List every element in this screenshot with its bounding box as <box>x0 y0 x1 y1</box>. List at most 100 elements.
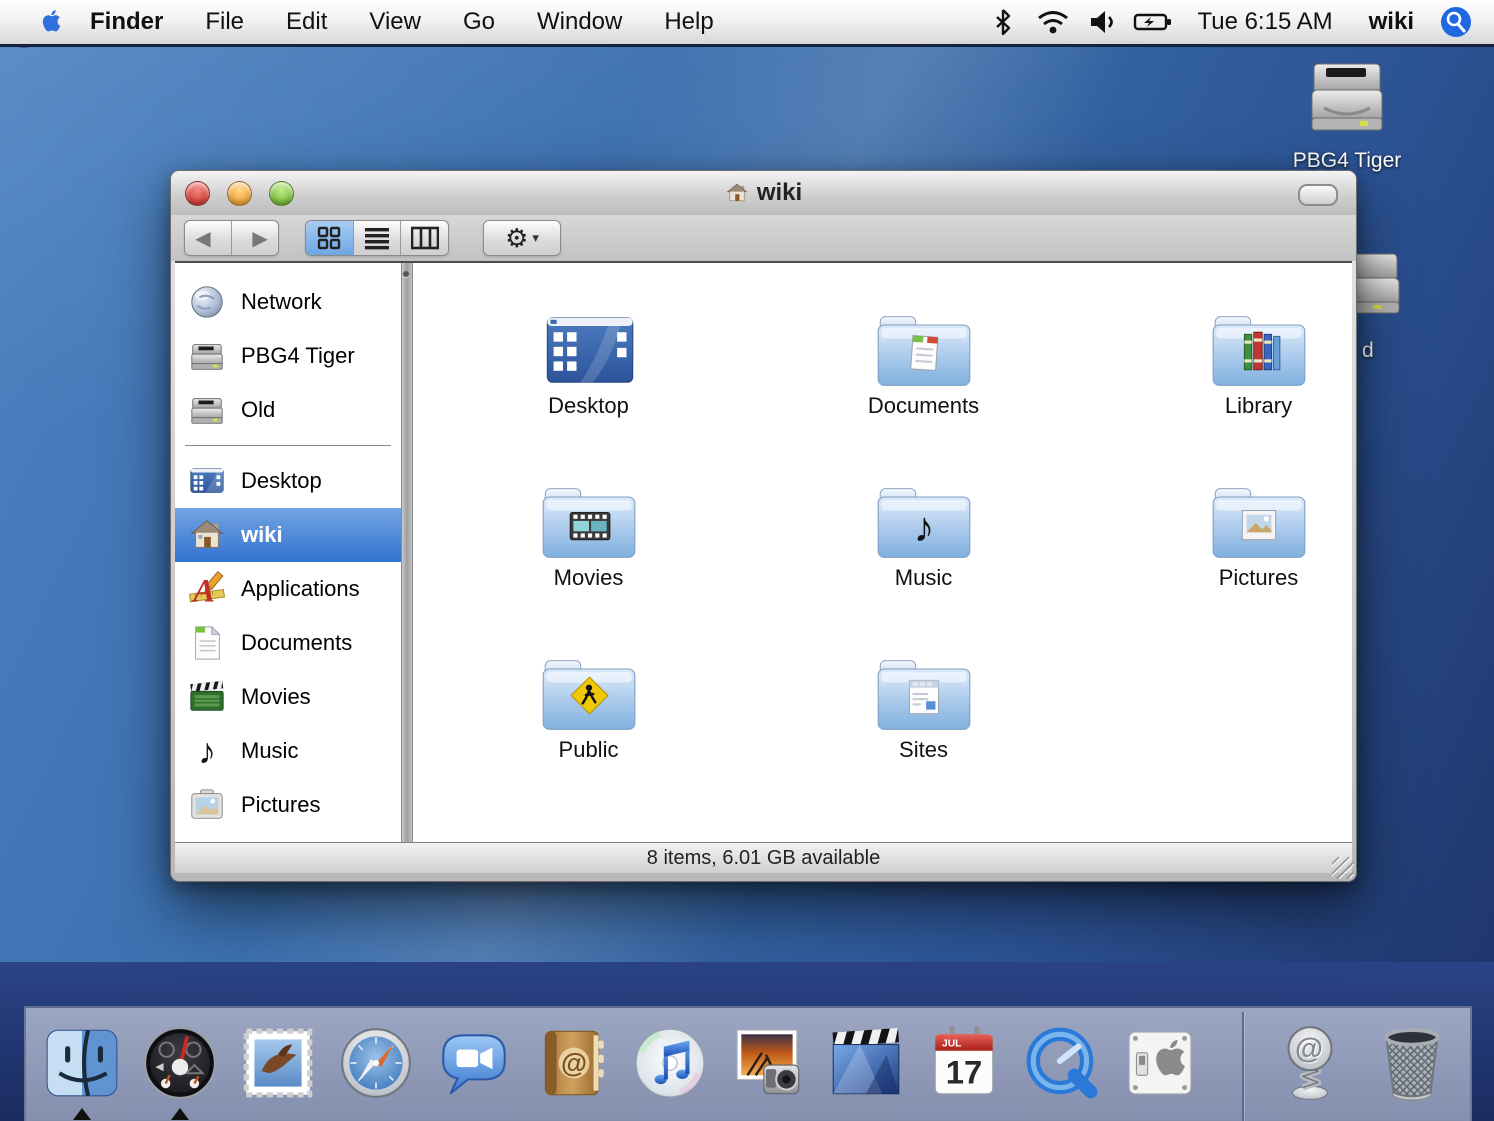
folder-item-music[interactable]: ♪ Music <box>824 455 1024 591</box>
dashboard-icon <box>144 1027 216 1099</box>
dock-right-section: @ @ <box>1269 1022 1453 1104</box>
window-title-text: wiki <box>756 179 803 206</box>
fast-user-switch-menu[interactable]: wiki <box>1357 8 1426 36</box>
sidebar-item-label: Old <box>241 397 276 422</box>
safari-icon <box>341 1028 411 1098</box>
folder-public-icon <box>489 627 689 735</box>
music-side-icon: ♪ <box>187 731 227 771</box>
menu-item-help[interactable]: Help <box>643 8 734 35</box>
sidebar-separator <box>185 445 391 446</box>
folder-item-movies[interactable]: Movies <box>489 455 689 591</box>
column-view-button[interactable] <box>400 221 448 255</box>
dock-apps: @ JUL 17 <box>41 1022 1201 1120</box>
sidebar-item-wiki[interactable]: wiki <box>175 508 401 562</box>
folder-item-label: Public <box>558 737 619 762</box>
harddisk-icon <box>187 390 227 430</box>
folder-item-pictures[interactable]: Pictures <box>1159 455 1353 591</box>
sidebar-item-music[interactable]: ♪ Music <box>175 724 401 778</box>
dock-icon-quicktime[interactable] <box>1021 1022 1103 1104</box>
folder-grid: Desktop Documents Library Movies ♪ Music … <box>413 263 1352 842</box>
ical-icon: JUL 17 <box>934 1026 994 1095</box>
window-content: Network PBG4 Tiger Old Desktop wiki A Applicat… <box>175 261 1352 843</box>
apple-menu[interactable] <box>30 7 74 37</box>
menu-item-go[interactable]: Go <box>442 8 516 35</box>
sidebar-divider[interactable] <box>401 263 413 842</box>
iphoto-icon <box>736 1029 800 1095</box>
sidebar-item-network[interactable]: Network <box>175 275 401 329</box>
folder-item-desktop[interactable]: Desktop <box>489 283 689 419</box>
action-menu-button[interactable]: ⚙ ▾ <box>483 220 561 256</box>
menu-item-file[interactable]: File <box>184 8 265 35</box>
dock-icon-ichat[interactable] <box>433 1022 515 1104</box>
menu-item-window[interactable]: Window <box>516 8 643 35</box>
dock-icon-finder[interactable] <box>41 1022 123 1120</box>
menu-item-view[interactable]: View <box>348 8 442 35</box>
icon-view-button[interactable] <box>306 221 353 255</box>
dock-icon-imovie[interactable] <box>825 1022 907 1104</box>
harddisk-icon <box>1311 63 1383 131</box>
sidebar-item-applications[interactable]: A Applications <box>175 562 401 616</box>
menu-clock[interactable]: Tue 6:15 AM <box>1183 8 1346 36</box>
folder-item-library[interactable]: Library <box>1159 283 1353 419</box>
sidebar-item-label: Movies <box>241 684 311 709</box>
sidebar-item-label: Documents <box>241 630 353 655</box>
forward-button[interactable]: ▶ <box>252 226 267 251</box>
status-bar: 8 items, 6.01 GB available <box>175 843 1352 873</box>
sidebar-item-old[interactable]: Old <box>175 383 401 437</box>
battery-icon[interactable] <box>1133 7 1173 37</box>
sidebar-item-pbg4-tiger[interactable]: PBG4 Tiger <box>175 329 401 383</box>
dock-icon-trash[interactable] <box>1371 1022 1453 1104</box>
desktop-volume-pbg4-tiger[interactable]: PBG4 Tiger <box>1282 58 1412 173</box>
document-icon <box>187 623 227 663</box>
folder-item-label: Documents <box>867 393 980 418</box>
back-forward-buttons[interactable]: ◀ ▶ <box>184 220 279 256</box>
sidebar-item-desktop[interactable]: Desktop <box>175 454 401 508</box>
dock-icon-iphoto[interactable] <box>727 1022 809 1104</box>
folder-item-public[interactable]: Public <box>489 627 689 763</box>
dock-icon-internet-shortcut-stamp[interactable]: @ @ <box>1269 1022 1351 1104</box>
sidebar-item-label: Pictures <box>241 792 321 817</box>
resize-grip[interactable] <box>1332 857 1354 879</box>
bluetooth-icon[interactable] <box>983 7 1023 37</box>
finder-window: wiki ◀ ▶ ⚙ ▾ Network PBG4 Tiger Old Desk… <box>170 170 1357 882</box>
desktop-mini-icon <box>187 461 227 501</box>
folder-item-label: Movies <box>553 565 624 590</box>
dock-icon-address-book[interactable]: @ <box>531 1022 613 1104</box>
applications-icon: A <box>187 569 227 609</box>
toolbar-toggle-button[interactable] <box>1298 184 1338 206</box>
dock: @ JUL 17 @ @ <box>24 1006 1472 1121</box>
dock-icon-mail[interactable] <box>237 1022 319 1104</box>
title-bar[interactable]: wiki <box>171 171 1356 216</box>
dock-icon-ical[interactable]: JUL 17 <box>923 1022 1005 1104</box>
menu-item-finder[interactable]: Finder <box>74 8 184 35</box>
view-mode-control <box>305 220 449 256</box>
desktop: PBG4 Tiger d Finder File Edit View Go Window H… <box>0 0 1494 1121</box>
sidebar-item-label: Music <box>241 738 299 763</box>
folder-item-documents[interactable]: Documents <box>824 283 1024 419</box>
folder-documents-icon <box>824 283 1024 391</box>
dock-icon-itunes[interactable] <box>629 1022 711 1104</box>
spotlight-icon[interactable] <box>1436 7 1476 37</box>
mail-icon <box>243 1028 313 1098</box>
sidebar-item-label: Desktop <box>241 468 322 493</box>
list-view-button[interactable] <box>352 221 401 255</box>
sidebar-item-documents[interactable]: Documents <box>175 616 401 670</box>
dock-icon-dashboard[interactable] <box>139 1022 221 1120</box>
toolbar: ◀ ▶ ⚙ ▾ <box>171 215 1356 300</box>
imovie-icon <box>832 1027 900 1095</box>
sidebar-item-movies[interactable]: Movies <box>175 670 401 724</box>
volume-icon[interactable] <box>1083 7 1123 37</box>
folder-item-sites[interactable]: Sites <box>824 627 1024 763</box>
home-icon <box>187 515 227 555</box>
menu-item-edit[interactable]: Edit <box>265 8 348 35</box>
divider-dimple-icon <box>403 271 409 277</box>
dock-icon-system-preferences[interactable] <box>1119 1022 1201 1104</box>
back-button[interactable]: ◀ <box>195 226 210 251</box>
svg-text:A: A <box>191 572 215 608</box>
desktop-big-icon <box>489 283 689 391</box>
sidebar-item-pictures[interactable]: Pictures <box>175 778 401 832</box>
chevron-down-icon: ▾ <box>532 230 539 245</box>
dock-icon-safari[interactable] <box>335 1022 417 1104</box>
pictures-side-icon <box>187 785 227 825</box>
wifi-icon[interactable] <box>1033 7 1073 37</box>
